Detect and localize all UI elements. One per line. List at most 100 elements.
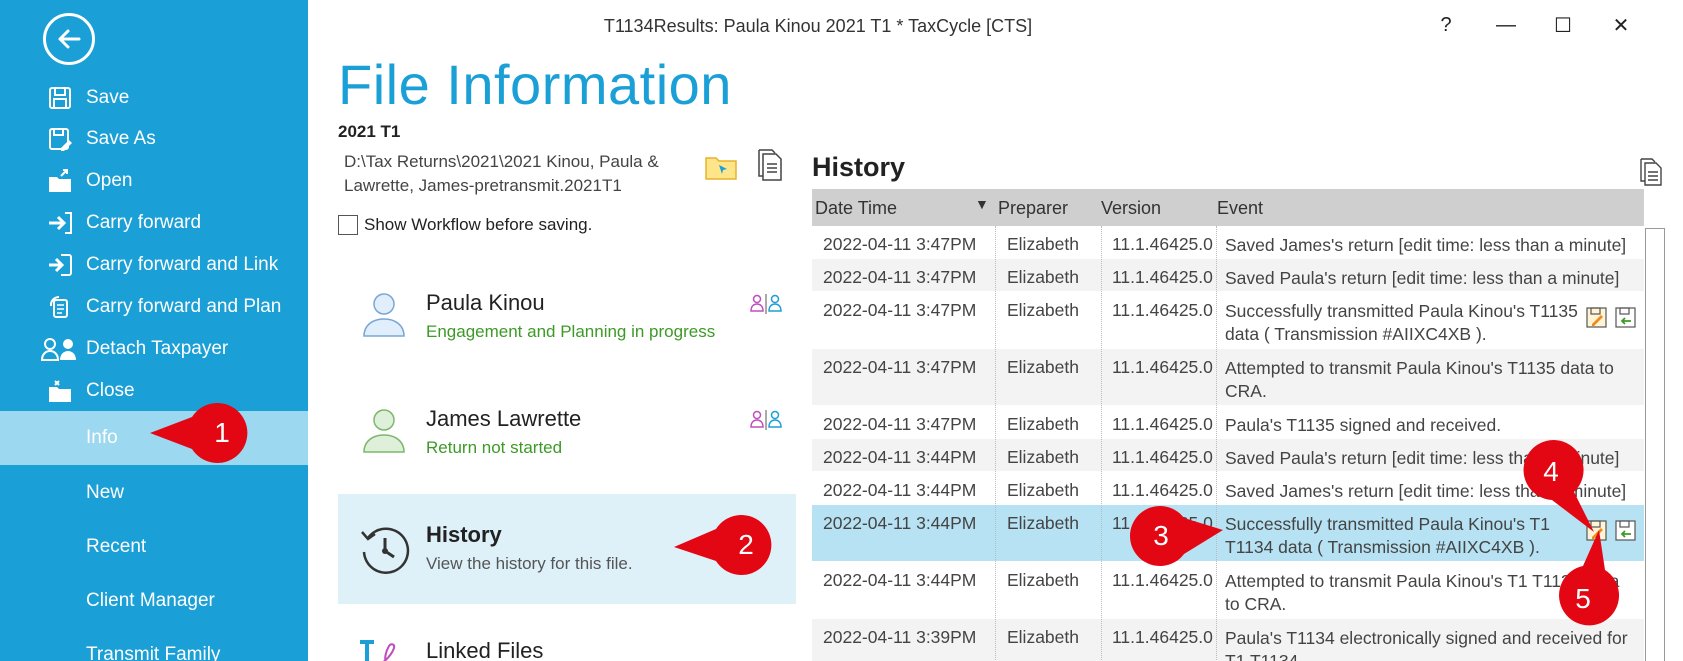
row-date: 2022-04-11 3:47PM xyxy=(823,300,977,320)
row-date: 2022-04-11 3:44PM xyxy=(823,480,977,500)
taxpayer-card-paula[interactable]: Paula Kinou Engagement and Planning in p… xyxy=(338,290,796,350)
history-row[interactable]: 2022-04-11 3:44PM Elizabeth 11.1.46425.0 Sa… xyxy=(812,472,1644,505)
callout-number: 1 xyxy=(214,417,230,448)
workflow-checkbox[interactable] xyxy=(338,215,358,235)
family-link-icon[interactable] xyxy=(750,410,782,430)
close-window-button[interactable]: ✕ xyxy=(1601,10,1641,40)
row-version: 11.1.46425.0 xyxy=(1112,447,1213,467)
linked-files-icon xyxy=(360,640,396,661)
row-preparer: Elizabeth xyxy=(1007,513,1079,533)
open-folder-icon[interactable] xyxy=(705,153,737,181)
sidebar-item-label: Save As xyxy=(86,128,156,149)
sidebar-item-recent[interactable]: Recent xyxy=(0,526,308,568)
sidebar-item-carry-forward-link[interactable]: Carry forward and Link xyxy=(0,244,308,286)
row-version: 11.1.46425.0 xyxy=(1112,267,1213,287)
history-row[interactable]: 2022-04-11 3:47PM Elizabeth 11.1.46425.0 Pa… xyxy=(812,406,1644,439)
history-row[interactable]: 2022-04-11 3:47PM Elizabeth 11.1.46425.0 At… xyxy=(812,349,1644,406)
callout-number: 3 xyxy=(1153,520,1169,551)
callout-5: 5 xyxy=(1543,530,1623,635)
history-row[interactable]: 2022-04-11 3:39PM Elizabeth 11.1.46425.0 Pa… xyxy=(812,619,1644,661)
history-row[interactable]: 2022-04-11 3:44PM Elizabeth 11.1.46425.0 Sa… xyxy=(812,439,1644,472)
sidebar-item-detach-taxpayer[interactable]: Detach Taxpayer xyxy=(0,328,308,370)
sort-desc-icon[interactable]: ▼ xyxy=(975,196,989,212)
sidebar-item-label: Save xyxy=(86,87,130,108)
taxpayer-name: James Lawrette xyxy=(426,406,582,431)
row-date: 2022-04-11 3:47PM xyxy=(823,414,977,434)
sidebar-item-label: Info xyxy=(86,427,118,448)
history-row[interactable]: 2022-04-11 3:47PM Elizabeth 11.1.46425.0 Sa… xyxy=(812,226,1644,259)
taxpayer-status: Engagement and Planning in progress xyxy=(426,322,716,341)
row-preparer: Elizabeth xyxy=(1007,300,1079,320)
person-avatar-icon xyxy=(363,409,405,453)
carry-forward-icon xyxy=(46,209,74,237)
row-date: 2022-04-11 3:47PM xyxy=(823,357,977,377)
column-divider xyxy=(995,226,996,661)
edit-pdf-icon[interactable] xyxy=(1586,307,1607,328)
row-event: Saved Paula's return [edit time: less th… xyxy=(1225,268,1620,288)
sidebar-item-carry-forward[interactable]: Carry forward xyxy=(0,202,308,244)
sidebar-item-save-as[interactable]: Save As xyxy=(0,118,308,160)
close-file-icon xyxy=(46,377,74,405)
linked-files-card[interactable]: Linked Files xyxy=(338,632,796,661)
back-button[interactable] xyxy=(43,13,95,65)
history-table: Date Time ▼ Preparer Version Event 2022-… xyxy=(812,189,1644,661)
export-history-icon[interactable] xyxy=(1640,158,1662,186)
taxpayer-card-james[interactable]: James Lawrette Return not started xyxy=(338,406,796,466)
row-date: 2022-04-11 3:47PM xyxy=(823,267,977,287)
taxpayer-status: Return not started xyxy=(426,438,563,457)
file-path: D:\Tax Returns\2021\2021 Kinou, Paula & … xyxy=(344,152,659,195)
sidebar-item-save[interactable]: Save xyxy=(0,77,308,119)
callout-number: 2 xyxy=(738,529,754,560)
sidebar-item-client-manager[interactable]: Client Manager xyxy=(0,580,308,622)
maximize-button[interactable]: ☐ xyxy=(1543,10,1583,40)
return-year-label: 2021 T1 xyxy=(338,122,401,141)
sidebar-item-open[interactable]: Open xyxy=(0,160,308,202)
sidebar-item-label: Close xyxy=(86,380,135,401)
history-table-header: Date Time ▼ Preparer Version Event xyxy=(812,189,1644,226)
callout-1: 1 xyxy=(150,403,250,468)
column-header-event[interactable]: Event xyxy=(1217,198,1263,219)
row-preparer: Elizabeth xyxy=(1007,234,1079,254)
callout-number: 4 xyxy=(1543,456,1559,487)
row-version: 11.1.46425.0 xyxy=(1112,300,1213,320)
help-button[interactable]: ? xyxy=(1426,10,1466,40)
row-preparer: Elizabeth xyxy=(1007,480,1079,500)
sidebar-item-label: Carry forward and Plan xyxy=(86,296,282,317)
history-row[interactable]: 2022-04-11 3:44PM Elizabeth 11.1.46425.0 At… xyxy=(812,562,1644,619)
column-header-preparer[interactable]: Preparer xyxy=(998,198,1068,219)
column-header-version[interactable]: Version xyxy=(1101,198,1161,219)
family-link-icon[interactable] xyxy=(750,294,782,314)
sidebar-item-new[interactable]: New xyxy=(0,472,308,514)
copy-path-icon[interactable] xyxy=(757,148,783,182)
row-event: Saved James's return [edit time: less th… xyxy=(1225,235,1627,255)
history-row[interactable]: 2022-04-11 3:47PM Elizabeth 11.1.46425.0 Su… xyxy=(812,292,1644,349)
history-row[interactable]: 2022-04-11 3:44PMElizabeth11.1.46425.0Su… xyxy=(812,505,1644,562)
save-as-icon xyxy=(46,125,74,153)
carry-forward-link-icon xyxy=(46,251,74,279)
row-preparer: Elizabeth xyxy=(1007,447,1079,467)
callout-number: 5 xyxy=(1575,583,1591,614)
sidebar-item-carry-forward-plan[interactable]: Carry forward and Plan xyxy=(0,286,308,328)
sidebar-item-label: Recent xyxy=(86,536,147,557)
sidebar-item-label: Carry forward and Link xyxy=(86,254,279,275)
sidebar-item-label: Client Manager xyxy=(86,590,215,611)
carry-forward-plan-icon xyxy=(46,293,74,321)
row-preparer: Elizabeth xyxy=(1007,357,1079,377)
column-divider xyxy=(1101,226,1102,661)
row-version: 11.1.46425.0 xyxy=(1112,234,1213,254)
sidebar-item-label: New xyxy=(86,482,125,503)
row-version: 11.1.46425.0 xyxy=(1112,627,1213,647)
history-row[interactable]: 2022-04-11 3:47PM Elizabeth 11.1.46425.0 Sa… xyxy=(812,259,1644,292)
import-file-icon[interactable] xyxy=(1615,307,1636,328)
row-version: 11.1.46425.0 xyxy=(1112,570,1213,590)
column-header-date[interactable]: Date Time xyxy=(815,198,897,219)
sidebar-item-transmit-family[interactable]: Transmit Family xyxy=(0,634,308,661)
sidebar-item-label: Transmit Family xyxy=(86,644,221,661)
row-event: Successfully transmitted Paula Kinou's T… xyxy=(1225,301,1578,344)
history-scrollbar[interactable] xyxy=(1645,228,1665,661)
callout-3: 3 xyxy=(1128,506,1228,571)
open-icon xyxy=(46,167,74,195)
workflow-checkbox-row[interactable]: Show Workflow before saving. xyxy=(338,215,592,235)
row-date: 2022-04-11 3:47PM xyxy=(823,234,977,254)
minimize-button[interactable]: — xyxy=(1486,10,1526,40)
